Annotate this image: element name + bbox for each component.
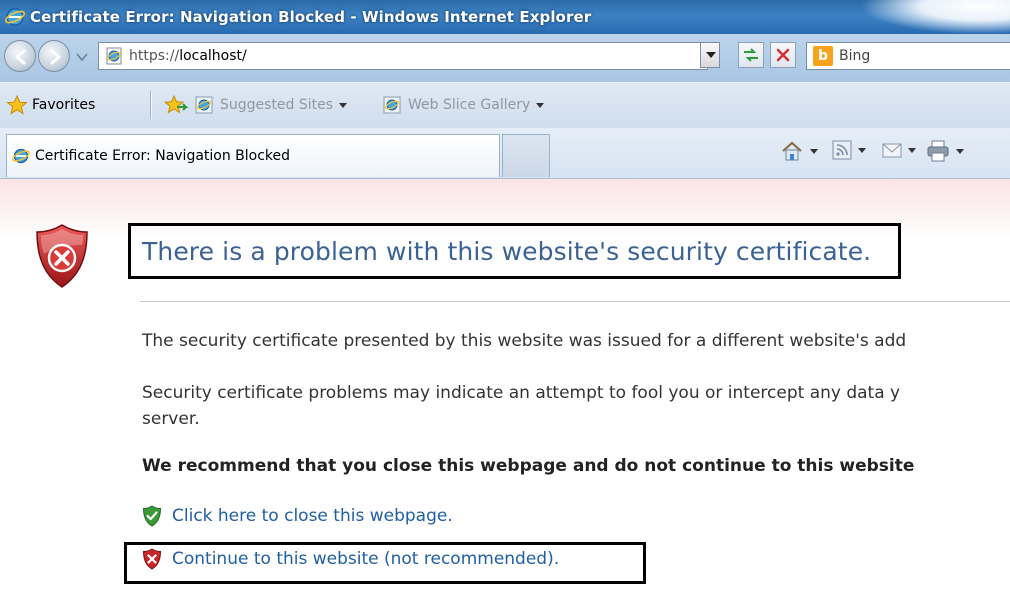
favorites-bar: Favorites Suggested Sites Web Slice Gall…	[0, 82, 1010, 129]
print-button[interactable]	[926, 140, 964, 162]
mail-icon	[882, 143, 902, 158]
print-icon	[927, 140, 949, 162]
back-button[interactable]	[4, 40, 36, 72]
page-title: There is a problem with this website's s…	[142, 237, 872, 266]
risk-message-line1: Security certificate problems may indica…	[142, 383, 901, 403]
add-favorite-button[interactable]	[164, 95, 188, 115]
red-shield-icon	[142, 548, 162, 570]
chevron-down-icon	[858, 147, 866, 153]
refresh-icon	[744, 48, 758, 62]
green-shield-icon	[142, 505, 162, 527]
suggested-sites-link[interactable]: Suggested Sites	[194, 95, 348, 115]
favorites-label: Favorites	[32, 97, 96, 113]
recommendation-text: We recommend that you close this webpage…	[142, 456, 915, 476]
close-webpage-label[interactable]: Click here to close this webpage.	[172, 506, 453, 526]
search-provider-label: Bing	[839, 48, 871, 64]
home-button[interactable]	[780, 140, 818, 162]
url-text: https://localhost/	[129, 48, 247, 64]
chevron-down-icon	[908, 147, 916, 153]
recent-pages-icon[interactable]	[76, 52, 88, 62]
suggested-sites-label: Suggested Sites	[220, 97, 334, 113]
ie-logo-icon	[4, 8, 26, 26]
chevron-down-icon	[956, 148, 964, 154]
refresh-button[interactable]	[738, 42, 764, 68]
chevron-down-icon	[536, 102, 545, 108]
chevron-down-icon	[810, 148, 818, 154]
forward-icon	[50, 49, 61, 65]
feeds-icon	[832, 140, 852, 160]
page-icon	[106, 47, 122, 65]
certificate-error-page: There is a problem with this website's s…	[0, 179, 1010, 615]
error-shield-icon	[36, 224, 88, 288]
window-title: Certificate Error: Navigation Blocked - …	[30, 8, 592, 26]
new-tab-button[interactable]	[502, 134, 550, 177]
stop-button[interactable]	[770, 42, 796, 68]
favorites-star-icon	[6, 95, 28, 115]
forward-button[interactable]	[38, 40, 70, 72]
web-slice-gallery-link[interactable]: Web Slice Gallery	[382, 95, 545, 115]
address-field[interactable]: https://localhost/	[98, 42, 708, 70]
chevron-down-icon	[339, 102, 348, 108]
title-bar: Certificate Error: Navigation Blocked - …	[0, 0, 1010, 34]
url-host: localhost/	[179, 48, 247, 64]
divider	[140, 301, 1010, 302]
address-dropdown-button[interactable]	[700, 42, 720, 68]
home-icon	[782, 141, 802, 161]
feeds-button[interactable]	[832, 140, 866, 160]
tab-bar: Certificate Error: Navigation Blocked	[0, 128, 1010, 179]
add-to-favorites-icon	[164, 95, 188, 114]
ie-page-icon	[383, 96, 401, 114]
bing-icon: b	[813, 46, 833, 66]
stop-icon	[776, 48, 790, 62]
tab-certificate-error[interactable]: Certificate Error: Navigation Blocked	[6, 134, 500, 177]
url-scheme: https://	[129, 48, 180, 64]
tab-label: Certificate Error: Navigation Blocked	[35, 148, 291, 164]
mismatch-message: The security certificate presented by th…	[142, 331, 907, 351]
back-icon	[15, 49, 26, 65]
title-bar-highlight	[860, 0, 1010, 34]
navigation-bar: https://localhost/ b Bing	[0, 34, 1010, 82]
search-field[interactable]: b Bing	[806, 42, 1010, 70]
favorites-button[interactable]: Favorites	[6, 95, 95, 115]
close-webpage-link[interactable]: Click here to close this webpage.	[142, 505, 453, 527]
mail-button[interactable]	[882, 140, 916, 160]
continue-to-website-label[interactable]: Continue to this website (not recommende…	[172, 549, 559, 569]
favorites-separator	[150, 91, 152, 119]
web-slice-gallery-label: Web Slice Gallery	[408, 97, 531, 113]
ie-page-icon	[195, 96, 213, 114]
continue-to-website-link[interactable]: Continue to this website (not recommende…	[142, 548, 559, 570]
risk-message-line2: server.	[142, 409, 200, 429]
ie-logo-icon	[11, 148, 31, 164]
